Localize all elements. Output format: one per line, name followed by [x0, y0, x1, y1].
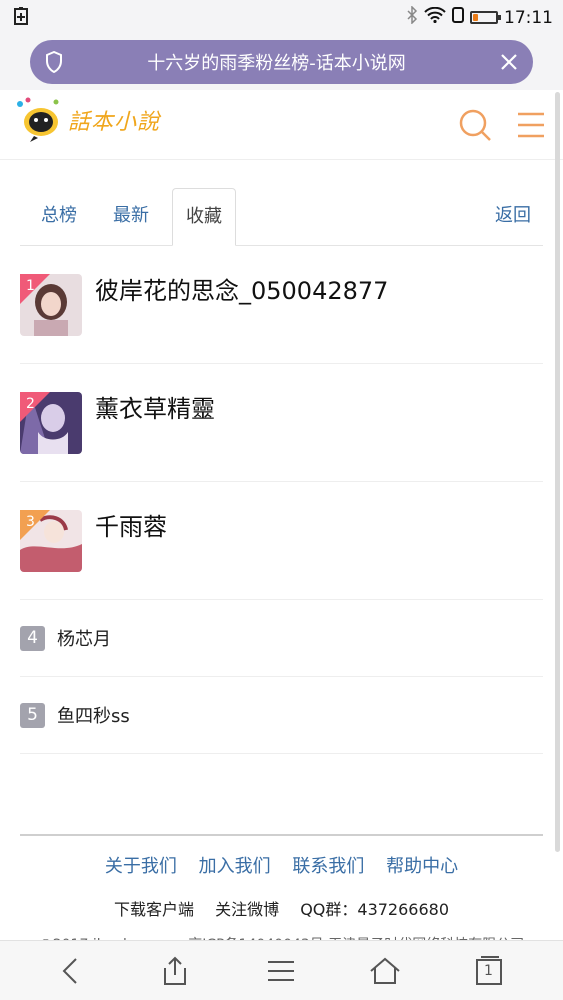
battery-icon	[470, 11, 501, 24]
join-link[interactable]: 加入我们	[199, 856, 271, 877]
rank-number: 3	[26, 514, 35, 530]
fan-name[interactable]: 千雨蓉	[95, 507, 167, 542]
logo-mascot-icon	[17, 97, 59, 142]
rank-item-3[interactable]: 3 千雨蓉	[20, 482, 543, 600]
share-icon[interactable]	[155, 955, 195, 987]
tabs-icon[interactable]: 1	[469, 955, 509, 987]
rank-ribbon	[20, 392, 50, 422]
scrollbar[interactable]	[555, 92, 560, 852]
menu-icon[interactable]	[261, 955, 301, 987]
rank-badge: 5	[20, 703, 45, 728]
tab-latest[interactable]: 最新	[100, 188, 162, 246]
rank-number: 1	[26, 278, 35, 294]
url-pill[interactable]: 十六岁的雨季粉丝榜-话本小说网	[30, 40, 533, 84]
menu-icon[interactable]	[516, 112, 546, 142]
rank-badge: 4	[20, 626, 45, 651]
close-icon[interactable]	[485, 53, 533, 71]
rank-tabs: 总榜 最新 收藏 返回	[20, 188, 543, 246]
site-footer: 关于我们 加入我们 联系我们 帮助中心 下载客户端 关注微博 QQ群：43726…	[20, 834, 543, 948]
back-icon[interactable]	[50, 955, 90, 987]
fan-name[interactable]: 鱼四秒ss	[57, 702, 130, 728]
page-title[interactable]: 十六岁的雨季粉丝榜-话本小说网	[78, 49, 485, 75]
rank-item-1[interactable]: 1 彼岸花的思念_050042877	[20, 246, 543, 364]
download-link[interactable]: 下载客户端	[114, 900, 194, 919]
clock: 17:11	[504, 7, 553, 28]
sim-icon	[452, 7, 464, 28]
status-bar: 17:11	[0, 0, 563, 32]
shield-icon[interactable]	[30, 51, 78, 73]
tab-total[interactable]: 总榜	[28, 188, 90, 246]
logo-text: 話本小說	[68, 110, 161, 135]
fan-name[interactable]: 杨芯月	[57, 625, 111, 651]
battery-saver-icon	[14, 7, 28, 29]
rank-item-4[interactable]: 4 杨芯月	[20, 600, 543, 677]
wifi-icon	[424, 6, 446, 28]
rank-item-5[interactable]: 5 鱼四秒ss	[20, 677, 543, 754]
back-link[interactable]: 返回	[482, 188, 544, 246]
qq-group: QQ群：437266680	[300, 900, 450, 919]
rank-ribbon	[20, 510, 50, 540]
contact-link[interactable]: 联系我们	[292, 856, 364, 877]
tab-favorites[interactable]: 收藏	[172, 188, 236, 246]
footer-links: 关于我们 加入我们 联系我们 帮助中心	[20, 852, 543, 878]
fan-name[interactable]: 薰衣草精靈	[95, 389, 215, 424]
about-link[interactable]: 关于我们	[105, 856, 177, 877]
fan-name[interactable]: 彼岸花的思念_050042877	[95, 271, 388, 306]
browser-bottom-nav: 1	[0, 940, 563, 1000]
tab-count: 1	[484, 963, 493, 979]
rank-item-2[interactable]: 2 薰衣草精靈	[20, 364, 543, 482]
help-link[interactable]: 帮助中心	[386, 856, 458, 877]
rank-ribbon	[20, 274, 50, 304]
weibo-link[interactable]: 关注微博	[215, 900, 279, 919]
footer-info: 下载客户端 关注微博 QQ群：437266680	[20, 896, 543, 920]
browser-bar: 十六岁的雨季粉丝榜-话本小说网	[0, 32, 563, 90]
search-icon[interactable]	[458, 108, 492, 146]
site-logo[interactable]: 話本小說	[14, 96, 160, 144]
rank-number: 2	[26, 396, 35, 412]
bluetooth-icon	[406, 5, 418, 29]
site-header: 話本小說	[0, 90, 563, 160]
home-icon[interactable]	[365, 955, 405, 987]
